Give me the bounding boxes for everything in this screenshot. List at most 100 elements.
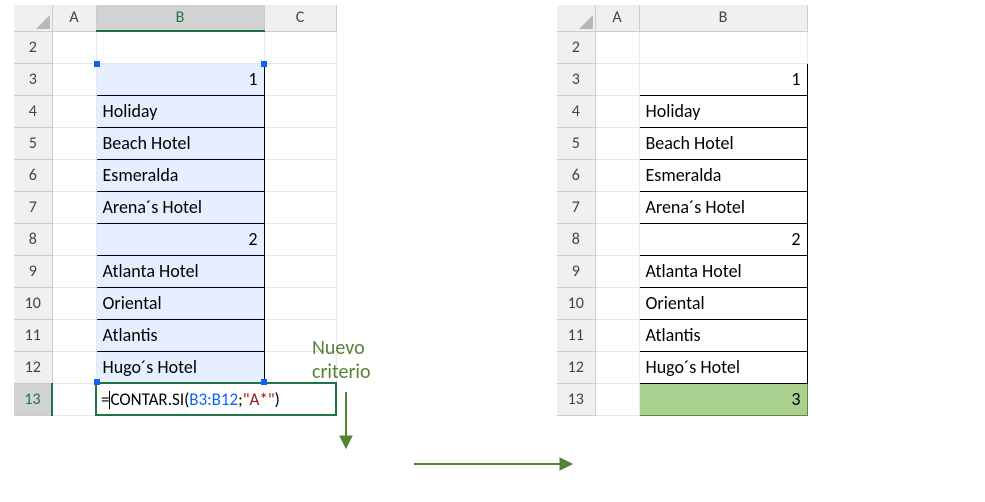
row-header-3[interactable]: 3 [557,63,595,95]
col-header-B[interactable]: B [96,5,264,31]
cell-value: Oriental [103,292,162,314]
formula-function: CONTAR.SI( [110,389,189,410]
cell-A6[interactable] [595,159,639,191]
cell-A11[interactable] [52,319,96,351]
row-header-11[interactable]: 11 [557,319,595,351]
cell-B10[interactable]: Oriental [639,287,807,319]
cell-C8[interactable] [264,223,336,255]
cell-value: Esmeralda [646,164,722,186]
row-header-7[interactable]: 7 [557,191,595,223]
row-header-2[interactable]: 2 [557,31,595,63]
cell-A3[interactable] [52,63,96,95]
cell-C2[interactable] [264,31,336,63]
row-header-7[interactable]: 7 [14,191,52,223]
cell-A7[interactable] [52,191,96,223]
cell-A11[interactable] [595,319,639,351]
cell-value: Holiday [103,100,158,122]
cell-C7[interactable] [264,191,336,223]
cell-B10[interactable]: Oriental [96,287,264,319]
cell-B3[interactable]: 1 [96,63,264,95]
cell-B3[interactable]: 1 [639,63,807,95]
cell-B7[interactable]: Arena´s Hotel [96,191,264,223]
cell-A4[interactable] [52,95,96,127]
row-header-2[interactable]: 2 [14,31,52,63]
row-header-8[interactable]: 8 [557,223,595,255]
spreadsheet-left[interactable]: A B C 2 3 1 4 Holiday 5 [14,5,337,416]
row-header-9[interactable]: 9 [14,255,52,287]
row-header-9[interactable]: 9 [557,255,595,287]
cell-B8[interactable]: 2 [96,223,264,255]
cell-B2[interactable] [639,31,807,63]
cell-B9[interactable]: Atlanta Hotel [96,255,264,287]
cell-C10[interactable] [264,287,336,319]
cell-B11[interactable]: Atlantis [96,319,264,351]
cell-A4[interactable] [595,95,639,127]
row-header-10[interactable]: 10 [14,287,52,319]
cell-A8[interactable] [52,223,96,255]
cell-A5[interactable] [595,127,639,159]
spreadsheet-right[interactable]: A B 2 3 1 4 Holiday 5 Beach Hotel 6 Esme… [557,5,808,416]
cell-C3[interactable] [264,63,336,95]
cell-A10[interactable] [52,287,96,319]
row-header-3[interactable]: 3 [14,63,52,95]
row-header-12[interactable]: 12 [14,351,52,383]
cell-B12[interactable]: Hugo´s Hotel [639,351,807,383]
cell-B4[interactable]: Holiday [639,95,807,127]
cell-A9[interactable] [52,255,96,287]
formula-close: ) [275,389,280,410]
cell-C5[interactable] [264,127,336,159]
cell-A5[interactable] [52,127,96,159]
cell-A2[interactable] [595,31,639,63]
cell-A6[interactable] [52,159,96,191]
row-header-5[interactable]: 5 [14,127,52,159]
cell-A3[interactable] [595,63,639,95]
col-header-A[interactable]: A [595,5,639,31]
row-header-8[interactable]: 8 [14,223,52,255]
row-header-6[interactable]: 6 [557,159,595,191]
cell-value: Atlanta Hotel [103,260,199,282]
cell-A8[interactable] [595,223,639,255]
cell-B7[interactable]: Arena´s Hotel [639,191,807,223]
row-header-12[interactable]: 12 [557,351,595,383]
cell-B8[interactable]: 2 [639,223,807,255]
cell-A12[interactable] [52,351,96,383]
col-header-A[interactable]: A [52,5,96,31]
cell-A9[interactable] [595,255,639,287]
row-header-10[interactable]: 10 [557,287,595,319]
cell-B12[interactable]: Hugo´s Hotel [96,351,264,383]
row-header-11[interactable]: 11 [14,319,52,351]
cell-C9[interactable] [264,255,336,287]
row-header-13[interactable]: 13 [557,383,595,415]
cell-A2[interactable] [52,31,96,63]
cell-C6[interactable] [264,159,336,191]
col-header-B[interactable]: B [639,5,807,31]
row-header-5[interactable]: 5 [557,127,595,159]
row-header-13[interactable]: 13 [14,383,52,415]
arrow-right-icon [414,454,574,474]
cell-value: 1 [791,68,800,90]
cell-value: Beach Hotel [646,132,734,154]
cell-B2[interactable] [96,31,264,63]
cell-C4[interactable] [264,95,336,127]
cell-B13-formula[interactable]: =CONTAR.SI(B3:B12;"A*") [96,383,336,415]
col-header-C[interactable]: C [264,5,336,31]
cell-B6[interactable]: Esmeralda [639,159,807,191]
cell-A12[interactable] [595,351,639,383]
cell-B5[interactable]: Beach Hotel [96,127,264,159]
cell-B9[interactable]: Atlanta Hotel [639,255,807,287]
cell-A13[interactable] [595,383,639,415]
cell-B11[interactable]: Atlantis [639,319,807,351]
cell-B5[interactable]: Beach Hotel [639,127,807,159]
select-all-corner[interactable] [557,5,595,31]
cell-B6[interactable]: Esmeralda [96,159,264,191]
row-header-6[interactable]: 6 [14,159,52,191]
cell-A13[interactable] [52,383,96,415]
row-header-4[interactable]: 4 [14,95,52,127]
row-header-4[interactable]: 4 [557,95,595,127]
arrow-down-icon [336,392,356,450]
cell-A10[interactable] [595,287,639,319]
cell-A7[interactable] [595,191,639,223]
cell-B13-result[interactable]: 3 [639,383,807,415]
cell-B4[interactable]: Holiday [96,95,264,127]
select-all-corner[interactable] [14,5,52,31]
